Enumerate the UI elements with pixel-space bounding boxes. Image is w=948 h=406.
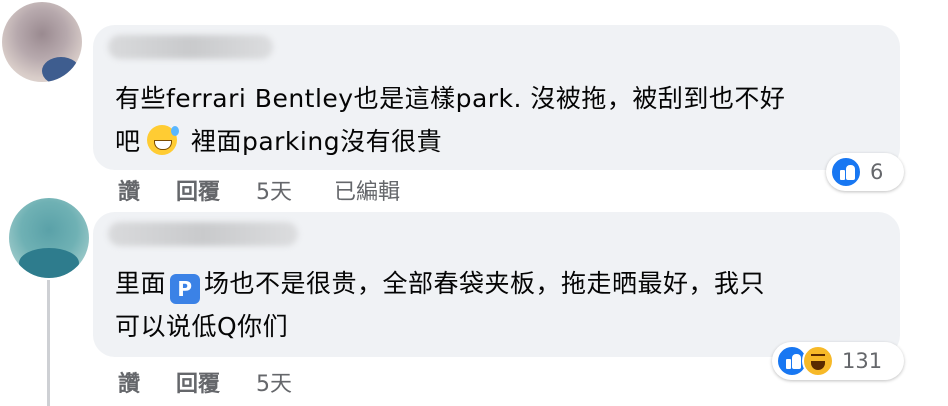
reaction-count: 6	[870, 160, 884, 184]
reply-button[interactable]: 回覆	[176, 174, 256, 206]
comment-text-segment: 裡面parking沒有很貴	[182, 127, 443, 156]
comment-actions: 讚 回覆 5天 已編輯	[118, 174, 400, 206]
comment-text-line: 有些ferrari Bentley也是這樣park. 沒被拖，被刮到也不好	[115, 84, 786, 113]
commenter-name-blurred[interactable]	[108, 222, 298, 246]
avatar[interactable]	[2, 2, 82, 82]
reply-button[interactable]: 回覆	[176, 366, 256, 398]
timestamp[interactable]: 5天	[256, 174, 334, 206]
like-button[interactable]: 讚	[118, 366, 176, 398]
grinning-face-with-sweat-icon	[146, 125, 179, 155]
haha-reaction-icon	[802, 345, 834, 377]
avatar[interactable]	[9, 198, 89, 278]
comment-text: 有些ferrari Bentley也是這樣park. 沒被拖，被刮到也不好 吧 …	[115, 77, 870, 163]
reply-thread-line	[47, 280, 50, 406]
like-button[interactable]: 讚	[118, 174, 176, 206]
reaction-summary[interactable]: 6	[826, 153, 904, 191]
reaction-summary[interactable]: 131	[772, 342, 904, 380]
comment-bubble: 有些ferrari Bentley也是這樣park. 沒被拖，被刮到也不好 吧 …	[93, 25, 900, 170]
reaction-count: 131	[842, 349, 883, 373]
like-reaction-icon	[830, 156, 862, 188]
comment-text-line: 可以说低Q你们	[115, 312, 289, 341]
comment-text-segment: 场也不是很贵，全部春袋夹板，拖走晒最好，我只	[204, 269, 766, 298]
commenter-name-blurred[interactable]	[108, 35, 273, 59]
comment-bubble: 里面 P 场也不是很贵，全部春袋夹板，拖走晒最好，我只 可以说低Q你们	[93, 212, 900, 357]
comment-text-segment: 里面	[115, 269, 167, 298]
comment-text-segment: 吧	[115, 127, 141, 156]
comment-text: 里面 P 场也不是很贵，全部春袋夹板，拖走晒最好，我只 可以说低Q你们	[115, 262, 870, 348]
edited-label: 已編輯	[334, 180, 401, 205]
timestamp[interactable]: 5天	[256, 366, 334, 398]
comment-actions: 讚 回覆 5天	[118, 366, 334, 398]
parking-p-icon: P	[170, 274, 201, 304]
